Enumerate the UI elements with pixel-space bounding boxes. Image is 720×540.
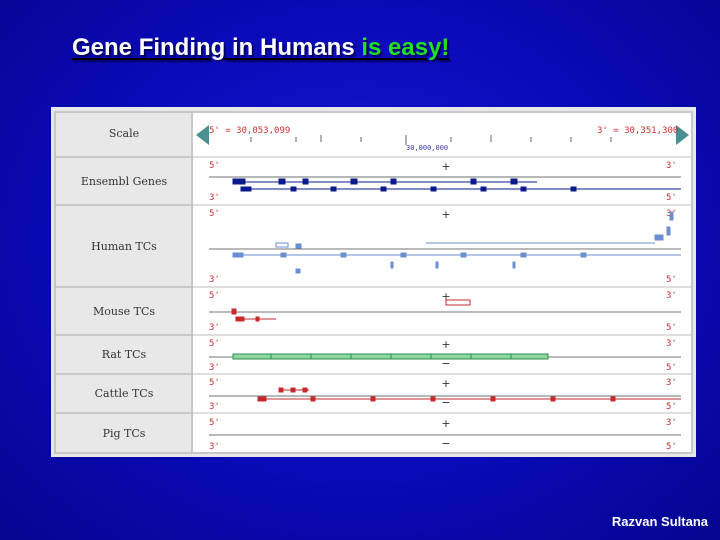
slide-title: Gene Finding in Humans is easy!: [72, 34, 449, 62]
ensembl-3prime-bottom: 3': [209, 193, 220, 203]
mouse-3prime-bottom: 3': [209, 323, 220, 333]
rat-tc-models: [232, 353, 549, 360]
rat-3prime-top: 3': [666, 339, 677, 349]
human-5prime-bottom: 5': [666, 275, 677, 285]
pig-5prime-top: 5': [209, 418, 220, 428]
author-credit: Razvan Sultana: [611, 514, 708, 529]
pig-5prime-bottom: 5': [666, 442, 677, 452]
genome-browser-svg: Scale Ensembl Genes Human TCs Mouse TCs …: [54, 111, 693, 454]
track-label-pig: Pig TCs: [103, 427, 146, 440]
pig-strand-minus: −: [441, 437, 450, 450]
cattle-5prime-top: 5': [209, 378, 220, 388]
mouse-3prime-top: 3': [666, 291, 677, 301]
ensembl-strand-plus: +: [441, 160, 450, 173]
title-part-2: is easy!: [361, 34, 450, 61]
scale-left-coordinate: 5' = 30,053,099: [209, 126, 290, 136]
ensembl-3prime-top: 3': [666, 161, 677, 171]
track-label-human: Human TCs: [91, 240, 157, 253]
human-3prime-bottom: 3': [209, 275, 220, 285]
mouse-5prime-bottom: 5': [666, 323, 677, 333]
track-label-cattle: Cattle TCs: [95, 387, 154, 400]
cattle-3prime-top: 3': [666, 378, 677, 388]
mouse-5prime-top: 5': [209, 291, 220, 301]
pig-strand-plus: +: [441, 417, 450, 430]
track-label-rat: Rat TCs: [102, 348, 147, 361]
cattle-5prime-bottom: 5': [666, 402, 677, 412]
cattle-strand-plus: +: [441, 377, 450, 390]
cattle-3prime-bottom: 3': [209, 402, 220, 412]
title-part-1: Gene Finding in Humans: [72, 34, 355, 61]
scale-label: Scale: [109, 127, 139, 140]
human-strand-plus: +: [441, 208, 450, 221]
cattle-strand-minus: −: [441, 396, 450, 409]
track-label-ensembl: Ensembl Genes: [81, 175, 168, 188]
rat-5prime-top: 5': [209, 339, 220, 349]
genome-browser-panel: Scale Ensembl Genes Human TCs Mouse TCs …: [51, 107, 696, 457]
rat-5prime-bottom: 5': [666, 363, 677, 373]
pig-3prime-bottom: 3': [209, 442, 220, 452]
rat-strand-plus: +: [441, 338, 450, 351]
human-5prime-top: 5': [209, 209, 220, 219]
rat-3prime-bottom: 3': [209, 363, 220, 373]
pig-3prime-top: 3': [666, 418, 677, 428]
ensembl-5prime-top: 5': [209, 161, 220, 171]
scale-right-coordinate: 3' = 30,351,300: [597, 126, 678, 136]
track-label-mouse: Mouse TCs: [93, 305, 155, 318]
scale-mid-coordinate: 30,000,000: [406, 144, 448, 152]
ensembl-5prime-bottom: 5': [666, 193, 677, 203]
